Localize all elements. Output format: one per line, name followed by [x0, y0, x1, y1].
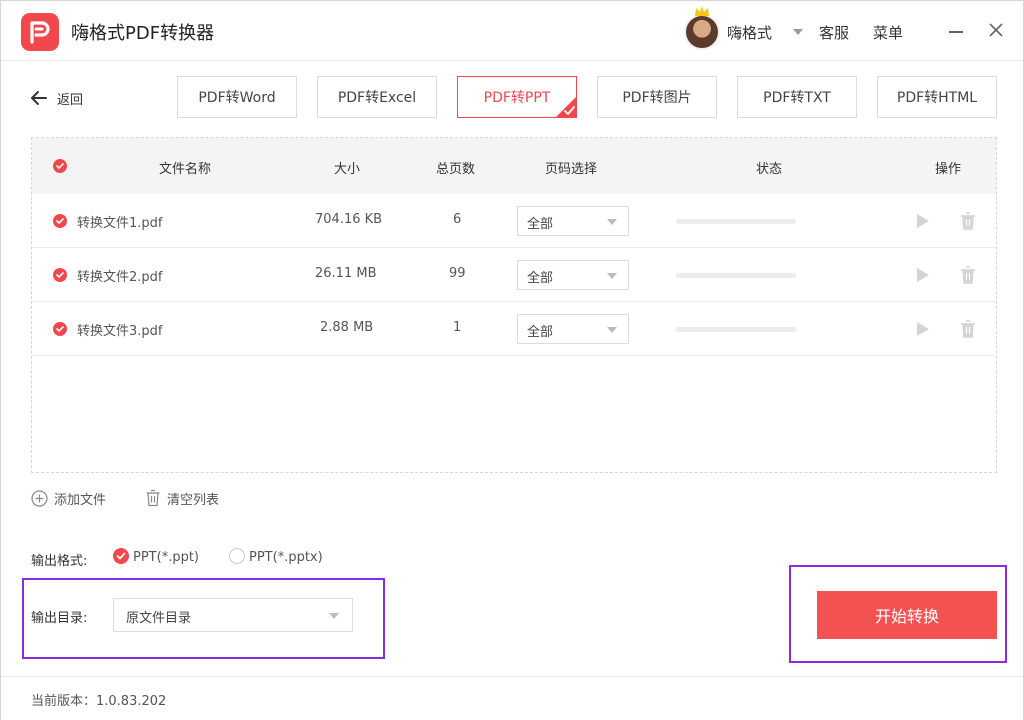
page-select-dropdown[interactable]: 全部 — [517, 260, 629, 290]
menu-link[interactable]: 菜单 — [873, 22, 903, 43]
app-window: 嗨格式PDF转换器 嗨格式 客服 菜单 返回 PDF转Word PDF转Exce… — [0, 0, 1024, 720]
page-select-dropdown[interactable]: 全部 — [517, 314, 629, 344]
tab-pdf-to-html[interactable]: PDF转HTML — [877, 76, 997, 118]
output-dir-label: 输出目录: — [31, 611, 88, 626]
progress-bar — [676, 327, 796, 332]
table-header: 文件名称 大小 总页数 页码选择 状态 操作 — [32, 138, 996, 194]
close-icon[interactable] — [987, 21, 1005, 39]
start-convert-button[interactable]: 开始转换 — [817, 591, 997, 639]
table-row: 转换文件2.pdf 26.11 MB 99 全部 — [32, 248, 996, 302]
file-size: 26.11 MB — [315, 266, 377, 281]
chevron-down-icon — [607, 273, 617, 279]
header-size: 大小 — [334, 162, 361, 177]
play-icon[interactable] — [913, 211, 931, 231]
back-button[interactable]: 返回 — [29, 87, 83, 109]
row-checkbox[interactable] — [53, 322, 67, 336]
file-name: 转换文件1.pdf — [77, 216, 163, 231]
header-status: 状态 — [756, 162, 783, 177]
avatar[interactable] — [684, 14, 720, 50]
crown-icon — [695, 6, 709, 16]
minimize-icon[interactable] — [949, 31, 963, 33]
chevron-down-icon — [607, 327, 617, 333]
clear-list-button[interactable]: 清空列表 — [145, 488, 219, 508]
page-select-value: 全部 — [527, 217, 554, 232]
app-title: 嗨格式PDF转换器 — [71, 23, 215, 44]
service-link[interactable]: 客服 — [819, 22, 849, 43]
select-all-checkbox[interactable] — [53, 159, 67, 173]
add-file-label: 添加文件 — [54, 492, 107, 508]
clear-list-label: 清空列表 — [167, 492, 220, 508]
trash-icon — [146, 489, 160, 507]
radio-ppt-label[interactable]: PPT(*.ppt) — [133, 550, 199, 565]
tab-pdf-to-word[interactable]: PDF转Word — [177, 76, 297, 118]
app-logo-icon — [21, 13, 59, 51]
page-select-dropdown[interactable]: 全部 — [517, 206, 629, 236]
chevron-down-icon — [329, 613, 339, 619]
user-name[interactable]: 嗨格式 — [727, 22, 772, 43]
trash-icon[interactable] — [959, 265, 977, 285]
selected-corner-check-icon — [555, 96, 577, 118]
file-size: 2.88 MB — [320, 320, 374, 335]
tab-pdf-to-ppt[interactable]: PDF转PPT — [457, 76, 577, 118]
page-select-value: 全部 — [527, 325, 554, 340]
tab-label: PDF转PPT — [483, 90, 551, 106]
table-row: 转换文件3.pdf 2.88 MB 1 全部 — [32, 302, 996, 356]
output-format-label: 输出格式: — [31, 554, 88, 569]
total-pages: 6 — [453, 212, 462, 227]
total-pages: 1 — [453, 320, 462, 335]
trash-icon[interactable] — [959, 211, 977, 231]
tab-pdf-to-image[interactable]: PDF转图片 — [597, 76, 717, 118]
status-footer: 当前版本：1.0.83.202 — [1, 676, 1023, 720]
row-checkbox[interactable] — [53, 268, 67, 282]
chevron-down-icon — [607, 219, 617, 225]
file-name: 转换文件2.pdf — [77, 270, 163, 285]
header-page-select: 页码选择 — [545, 162, 598, 177]
output-dir-value: 原文件目录 — [126, 611, 192, 626]
radio-ppt[interactable] — [113, 548, 129, 564]
header-file-name: 文件名称 — [159, 162, 212, 177]
chevron-down-icon[interactable] — [793, 29, 803, 35]
tab-pdf-to-txt[interactable]: PDF转TXT — [737, 76, 857, 118]
version-text: 当前版本：1.0.83.202 — [31, 694, 167, 709]
output-dir-dropdown[interactable]: 原文件目录 — [113, 598, 353, 632]
row-checkbox[interactable] — [53, 214, 67, 228]
progress-bar — [676, 273, 796, 278]
file-size: 704.16 KB — [315, 212, 383, 227]
progress-bar — [676, 219, 796, 224]
page-select-value: 全部 — [527, 271, 554, 286]
table-row: 转换文件1.pdf 704.16 KB 6 全部 — [32, 194, 996, 248]
header-total-pages: 总页数 — [436, 162, 476, 177]
title-bar: 嗨格式PDF转换器 嗨格式 客服 菜单 — [1, 1, 1023, 61]
trash-icon[interactable] — [959, 319, 977, 339]
add-file-button[interactable]: 添加文件 — [31, 488, 106, 508]
play-icon[interactable] — [913, 319, 931, 339]
radio-pptx[interactable] — [229, 548, 245, 564]
file-name: 转换文件3.pdf — [77, 324, 163, 339]
total-pages: 99 — [449, 266, 466, 281]
file-list-panel: 文件名称 大小 总页数 页码选择 状态 操作 转换文件1.pdf 704.16 … — [31, 137, 997, 473]
play-icon[interactable] — [913, 265, 931, 285]
back-label: 返回 — [57, 92, 84, 108]
arrow-left-icon — [31, 91, 47, 105]
tab-pdf-to-excel[interactable]: PDF转Excel — [317, 76, 437, 118]
radio-pptx-label[interactable]: PPT(*.pptx) — [249, 550, 323, 565]
plus-circle-icon — [31, 489, 48, 507]
header-action: 操作 — [935, 162, 962, 177]
